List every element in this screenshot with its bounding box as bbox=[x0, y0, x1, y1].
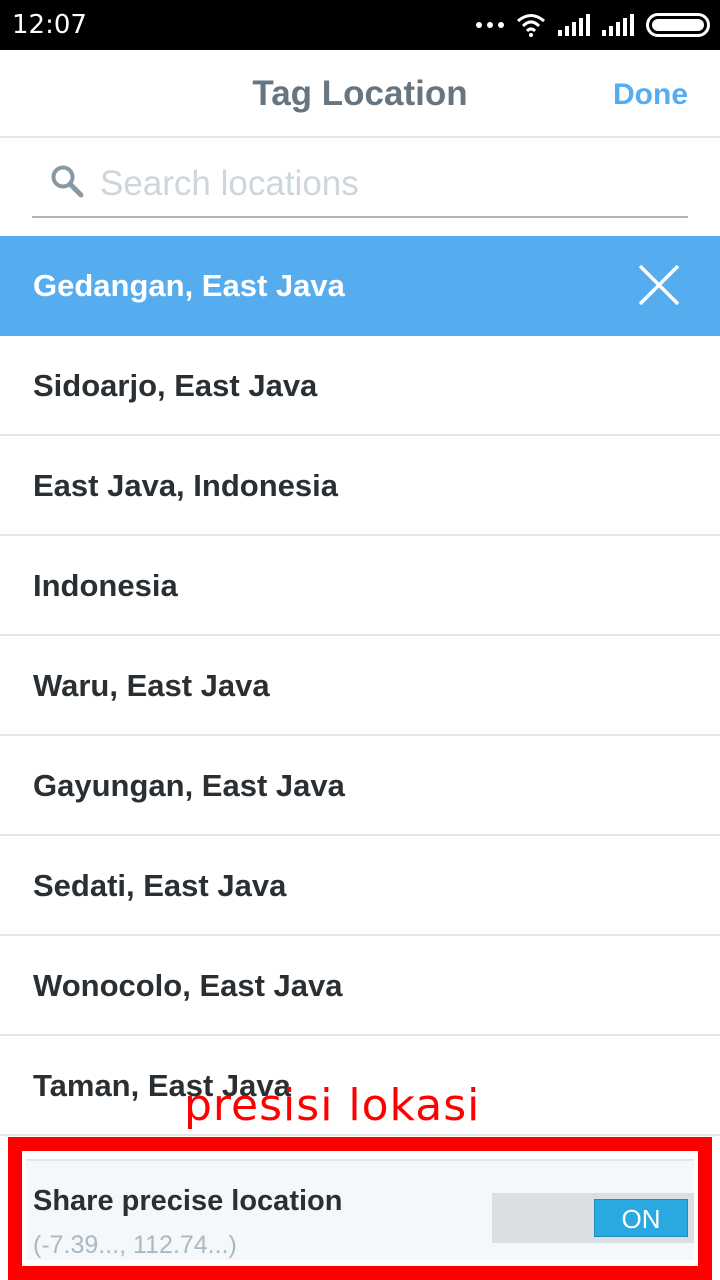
location-row-selected[interactable]: Gedangan, East Java bbox=[0, 236, 720, 336]
precise-location-title: Share precise location bbox=[33, 1185, 343, 1217]
location-label: Sidoarjo, East Java bbox=[33, 368, 318, 403]
precise-location-highlight: Share precise location (-7.39..., 112.74… bbox=[8, 1137, 712, 1280]
location-label: East Java, Indonesia bbox=[33, 468, 338, 503]
location-list: Gedangan, East Java Sidoarjo, East Java … bbox=[0, 236, 720, 1136]
page-title: Tag Location bbox=[252, 74, 468, 113]
status-icons bbox=[476, 10, 710, 40]
location-label: Gayungan, East Java bbox=[33, 768, 345, 803]
header: Tag Location Done bbox=[0, 50, 720, 138]
precise-location-section: Share precise location (-7.39..., 112.74… bbox=[26, 1159, 694, 1260]
location-row[interactable]: Indonesia bbox=[0, 536, 720, 636]
location-row[interactable]: Sidoarjo, East Java bbox=[0, 336, 720, 436]
precise-location-toggle[interactable]: ON bbox=[492, 1193, 694, 1243]
signal-icon bbox=[558, 14, 590, 36]
status-bar: 12:07 bbox=[0, 0, 720, 50]
signal-icon-2 bbox=[602, 14, 634, 36]
wifi-icon bbox=[517, 14, 545, 37]
location-label: Gedangan, East Java bbox=[33, 268, 345, 303]
annotation-label: presisi lokasi bbox=[184, 1080, 481, 1131]
precise-location-coords: (-7.39..., 112.74...) bbox=[33, 1231, 237, 1259]
search-icon bbox=[51, 165, 84, 198]
toggle-on-label: ON bbox=[594, 1199, 688, 1237]
search-input[interactable] bbox=[98, 158, 672, 210]
location-label: Sedati, East Java bbox=[33, 868, 287, 903]
location-label: Waru, East Java bbox=[33, 668, 270, 703]
location-row[interactable]: Gayungan, East Java bbox=[0, 736, 720, 836]
location-row[interactable]: Waru, East Java bbox=[0, 636, 720, 736]
more-dots-icon bbox=[476, 22, 504, 28]
done-button[interactable]: Done bbox=[613, 78, 688, 112]
location-row[interactable]: Sedati, East Java bbox=[0, 836, 720, 936]
battery-icon bbox=[646, 13, 710, 37]
location-row[interactable]: Wonocolo, East Java bbox=[0, 936, 720, 1036]
search-bar bbox=[32, 150, 688, 218]
close-icon[interactable] bbox=[638, 264, 680, 306]
status-time: 12:07 bbox=[12, 10, 87, 40]
location-label: Wonocolo, East Java bbox=[33, 968, 343, 1003]
location-label: Indonesia bbox=[33, 568, 178, 603]
location-row[interactable]: East Java, Indonesia bbox=[0, 436, 720, 536]
